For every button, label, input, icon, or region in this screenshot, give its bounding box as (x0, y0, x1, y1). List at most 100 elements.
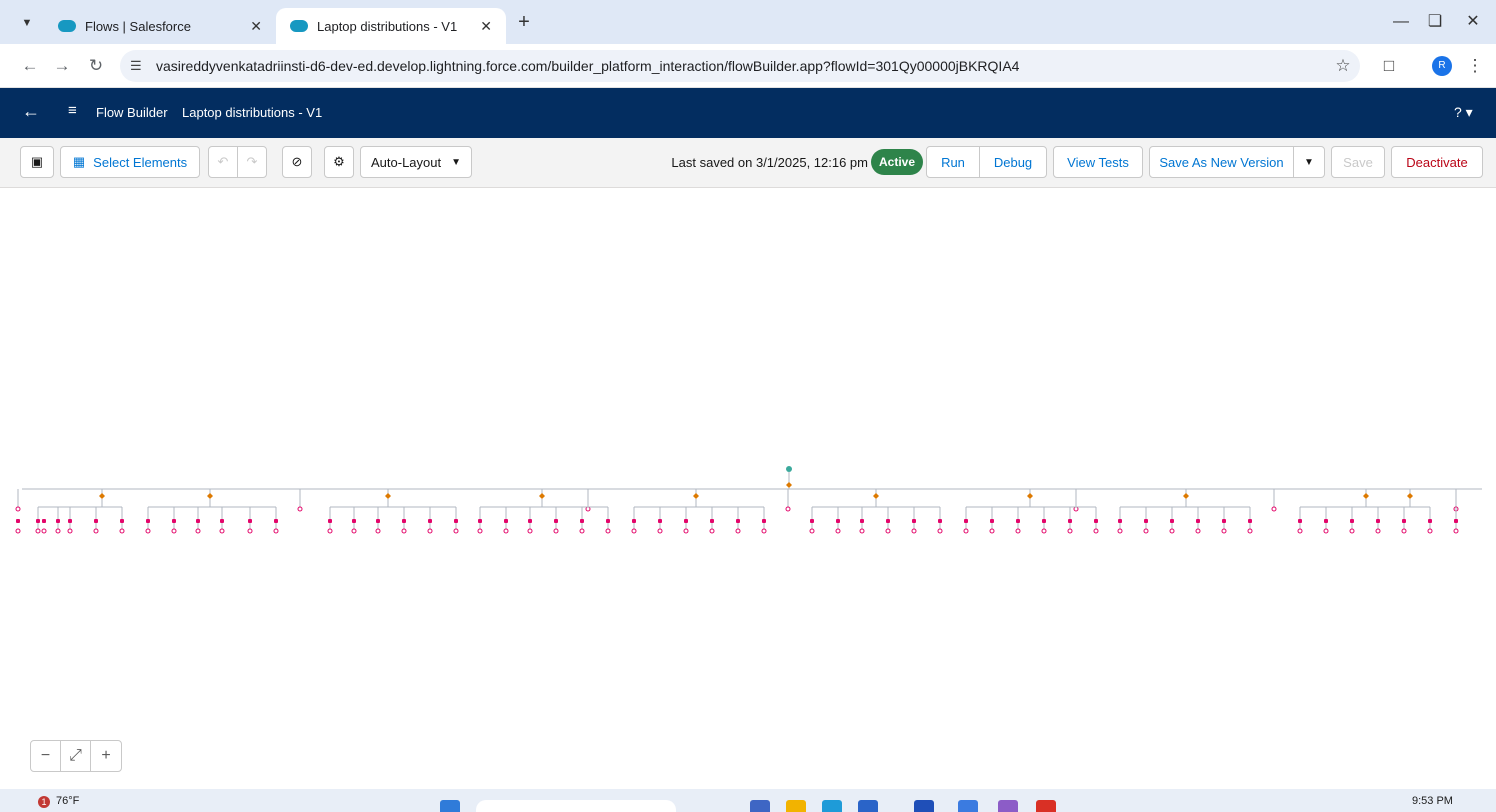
salesforce-cloud-icon (58, 20, 76, 32)
action-node (1402, 519, 1406, 523)
zoom-in-button[interactable]: + (91, 741, 121, 771)
windows-taskbar (0, 789, 1496, 812)
end-node (1015, 528, 1021, 534)
minimize-icon[interactable]: — (1386, 10, 1416, 34)
save-button[interactable]: Save (1331, 146, 1385, 178)
action-node (146, 519, 150, 523)
debug-button[interactable]: Debug (979, 146, 1047, 178)
new-tab-icon[interactable]: + (512, 10, 536, 34)
salesforce-cloud-icon (290, 20, 308, 32)
undo-button[interactable]: ↶ (208, 146, 238, 178)
bookmark-star-icon[interactable]: ☆ (1330, 54, 1356, 78)
action-node (1118, 519, 1122, 523)
reload-icon[interactable]: ↻ (84, 54, 108, 78)
close-window-icon[interactable]: ✕ (1458, 10, 1488, 34)
tab-search-chevron-icon[interactable]: ▼ (14, 12, 40, 34)
decision-node (1027, 493, 1033, 499)
action-node (554, 519, 558, 523)
save-as-new-version-button[interactable]: Save As New Version (1149, 146, 1294, 178)
address-bar[interactable]: ☰ vasireddyvenkatadriinsti-d6-dev-ed.dev… (120, 50, 1360, 82)
end-node (1169, 528, 1175, 534)
action-node (196, 519, 200, 523)
search-box[interactable] (476, 800, 676, 812)
extensions-icon[interactable]: □ (1376, 54, 1402, 78)
help-menu[interactable]: ? ▾ (1454, 104, 1473, 121)
zoom-controls: − ⤢ + (30, 740, 122, 772)
store-icon[interactable] (858, 800, 878, 812)
chrome-icon[interactable] (1036, 800, 1056, 812)
action-node (606, 519, 610, 523)
end-node (35, 528, 41, 534)
action-node (684, 519, 688, 523)
end-node (247, 528, 253, 534)
flow-icon: ≡ (68, 102, 77, 119)
edge-icon[interactable] (822, 800, 842, 812)
undo-icon: ↶ (217, 154, 229, 169)
end-node (657, 528, 663, 534)
action-node (454, 519, 458, 523)
forward-icon[interactable]: → (50, 54, 74, 78)
restore-icon[interactable]: ❏ (1420, 10, 1450, 34)
site-info-icon[interactable]: ☰ (130, 58, 156, 74)
action-node (120, 519, 124, 523)
save-as-new-version-label: Save As New Version (1159, 154, 1284, 170)
end-node (989, 528, 995, 534)
browser-tab-laptop-distributions[interactable]: Laptop distributions - V1 ✕ (276, 8, 506, 44)
folder-icon[interactable] (786, 800, 806, 812)
action-node (1350, 519, 1354, 523)
end-node (1067, 528, 1073, 534)
action-node (1196, 519, 1200, 523)
settings-button[interactable]: ⚙ (324, 146, 354, 178)
weather-widget[interactable]: 76°F (56, 795, 79, 807)
taskbar-app-icon[interactable] (750, 800, 770, 812)
notification-badge: 1 (38, 796, 50, 808)
action-node (1042, 519, 1046, 523)
fit-to-view-button[interactable]: ⤢ (61, 741, 91, 771)
word-icon[interactable] (914, 800, 934, 812)
profile-avatar[interactable]: R (1432, 56, 1452, 76)
end-node (427, 528, 433, 534)
end-node (273, 528, 279, 534)
taskbar-app-icon[interactable] (958, 800, 978, 812)
taskbar-app-icon[interactable] (998, 800, 1018, 812)
browser-menu-icon[interactable]: ⋮ (1462, 54, 1488, 78)
action-node (810, 519, 814, 523)
select-elements-button[interactable]: ▦ Select Elements (60, 146, 200, 178)
auto-layout-dropdown[interactable]: Auto-Layout ▼ (360, 146, 472, 178)
end-node (477, 528, 483, 534)
action-node (428, 519, 432, 523)
action-node (402, 519, 406, 523)
end-node (375, 528, 381, 534)
end-node (631, 528, 637, 534)
flow-canvas[interactable] (0, 189, 1496, 789)
deactivate-button[interactable]: Deactivate (1391, 146, 1483, 178)
layout-mode-label: Auto-Layout (371, 154, 442, 170)
zoom-out-button[interactable]: − (31, 741, 61, 771)
end-node (1195, 528, 1201, 534)
flow-name: Laptop distributions - V1 (182, 105, 323, 120)
errors-button[interactable]: ⊘ (282, 146, 312, 178)
end-node (297, 506, 303, 512)
save-options-dropdown[interactable]: ▼ (1293, 146, 1325, 178)
close-tab-icon[interactable]: ✕ (480, 18, 492, 35)
end-node (55, 528, 61, 534)
back-icon[interactable]: ← (18, 54, 42, 78)
action-node (886, 519, 890, 523)
toggle-panel-button[interactable]: ▣ (20, 146, 54, 178)
select-elements-label: Select Elements (93, 154, 188, 170)
end-node (119, 528, 125, 534)
end-node (351, 528, 357, 534)
decision-node (873, 493, 879, 499)
save-label: Save (1343, 154, 1373, 170)
start-icon[interactable] (440, 800, 460, 812)
view-tests-button[interactable]: View Tests (1053, 146, 1143, 178)
browser-tab-flows[interactable]: Flows | Salesforce ✕ (44, 8, 276, 44)
close-tab-icon[interactable]: ✕ (250, 18, 262, 35)
end-node (579, 528, 585, 534)
back-arrow-icon[interactable]: ← (22, 101, 40, 122)
redo-button[interactable]: ↷ (237, 146, 267, 178)
run-button[interactable]: Run (926, 146, 980, 178)
tab-title: Flows | Salesforce (85, 18, 191, 34)
end-node (709, 528, 715, 534)
action-node (68, 519, 72, 523)
